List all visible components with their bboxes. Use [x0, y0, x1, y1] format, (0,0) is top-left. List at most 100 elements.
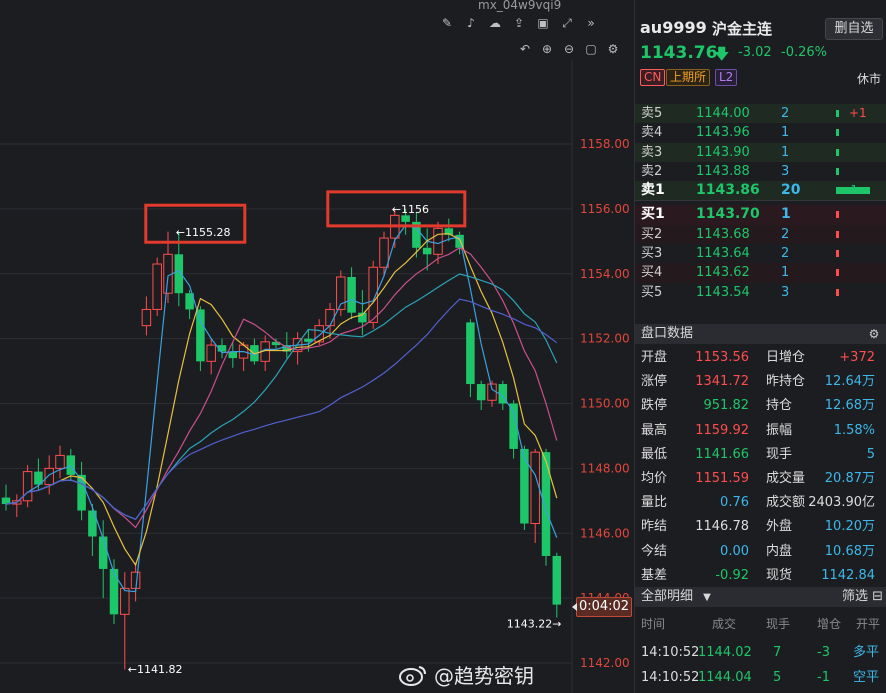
ask-row[interactable]: 卖5 1144.00 2 +1: [635, 104, 886, 124]
trade-oi-change: -1: [817, 670, 830, 685]
candle-body: [530, 451, 540, 525]
down-arrow-icon: 🡇: [714, 45, 730, 63]
chart-area[interactable]: 1158.00 1156.00 1154.00 1152.00 1150.00 1148.…: [0, 0, 634, 693]
y-tick-label: 1146.00: [580, 526, 630, 540]
trade-row[interactable]: 14:10:52 1144.04 5 -1 空平: [635, 665, 886, 690]
trade-type: 空平: [853, 670, 880, 685]
bid-row[interactable]: 买3 1143.64 2: [635, 244, 886, 264]
chevron-down-icon[interactable]: ▼: [703, 592, 711, 603]
book-delta: +1: [849, 106, 867, 120]
stat-label: 日增仓: [766, 350, 806, 365]
stat-value: 1341.72: [695, 374, 749, 390]
quote-panel: au9999 沪金主连 删自选 1143.76 🡇 -3.02 -0.26% C…: [634, 0, 886, 693]
market-state: 休市: [857, 72, 882, 86]
book-volume: 2: [781, 106, 790, 121]
ask-row[interactable]: 卖2 1143.88 3: [635, 161, 886, 182]
candle-body: [325, 308, 335, 327]
y-tick-label: 1148.00: [580, 461, 630, 475]
bid-row[interactable]: 买5 1143.54 3: [635, 282, 886, 302]
book-level-label: 卖2: [641, 163, 663, 179]
fit-icon[interactable]: ▢: [584, 42, 598, 56]
trade-volume: 5: [773, 670, 782, 685]
y-tick-label: 1142.00: [580, 656, 630, 670]
volume-bar: [836, 250, 839, 258]
fullscreen-icon[interactable]: ⤢: [560, 16, 574, 30]
book-level-label: 卖1: [641, 182, 665, 199]
stat-label: 跌停: [641, 398, 668, 414]
bid-row[interactable]: 买2 1143.68 2: [635, 224, 886, 245]
remove-watchlist-button[interactable]: 删自选: [825, 18, 883, 40]
book-price: 1143.64: [696, 246, 750, 262]
ask-row[interactable]: 卖3 1143.90 1: [635, 142, 886, 162]
zoom-in-icon[interactable]: ⊕: [540, 42, 554, 56]
pencil-icon[interactable]: ✎: [440, 16, 454, 30]
candle-body: [401, 215, 410, 222]
book-price: 1143.90: [696, 144, 750, 160]
stat-label: 成交量: [766, 470, 806, 486]
candle-body: [379, 237, 389, 268]
chart-toolbar-secondary: ↶ ⊕ ⊖ ▢ ⚙: [518, 40, 620, 58]
trades-column-header: 成交: [712, 617, 737, 631]
collapse-icon[interactable]: »: [584, 16, 598, 30]
level2-tag: L2: [715, 69, 738, 86]
stat-label: 基差: [641, 567, 668, 583]
book-volume: 20: [781, 182, 801, 199]
share-icon[interactable]: ⇪: [512, 16, 526, 30]
bell-icon[interactable]: ♪: [464, 16, 478, 30]
price-change-percent: -0.26%: [781, 45, 827, 60]
weibo-logo-icon: [399, 665, 426, 686]
trade-time: 14:10:52: [641, 645, 700, 660]
stat-value: 20.87万: [824, 470, 875, 486]
ask-row[interactable]: 卖4 1143.96 1: [635, 123, 886, 143]
trade-row[interactable]: 14:10:52 1144.02 7 -3 多平: [635, 640, 886, 665]
settings-icon[interactable]: ⚙: [606, 42, 620, 56]
cloud-icon[interactable]: ☁: [488, 16, 502, 30]
book-volume: 1: [781, 265, 790, 281]
high-right-label: ←1156: [392, 203, 429, 216]
candle-body: [206, 344, 216, 362]
bid-row[interactable]: 买1 1143.70 1: [635, 205, 886, 225]
candlestick-chart[interactable]: 1158.00 1156.00 1154.00 1152.00 1150.00 1148.…: [0, 0, 634, 693]
book-delta: -1: [846, 183, 858, 198]
zoom-out-icon[interactable]: ⊖: [562, 42, 576, 56]
stat-value: +372: [839, 350, 875, 365]
candle-body: [347, 276, 356, 313]
book-level-label: 买5: [641, 284, 663, 300]
gear-icon[interactable]: ⚙: [867, 327, 881, 341]
stat-label: 均价: [641, 470, 668, 486]
trade-price: 1144.04: [698, 670, 752, 685]
trades-header[interactable]: 全部明细 ▼ 筛选 ⊟: [635, 587, 886, 607]
book-level-label: 买2: [641, 226, 663, 242]
volume-bar: [836, 288, 839, 296]
book-volume: 2: [781, 226, 790, 242]
watermark: @趋势密钥: [398, 660, 534, 689]
window-icon[interactable]: ▣: [536, 16, 550, 30]
ask-row[interactable]: 卖1 1143.86 20 -1: [635, 181, 886, 201]
book-level-label: 卖5: [641, 106, 663, 121]
high-left-label: ←1155.28: [176, 226, 231, 239]
stat-value: 0.00: [720, 543, 749, 559]
volume-bar: [836, 230, 839, 238]
trades-column-header: 增仓: [817, 617, 842, 631]
book-volume: 1: [781, 144, 790, 160]
bid-row[interactable]: 买4 1143.62 1: [635, 263, 886, 283]
stat-value: 1141.66: [695, 446, 749, 462]
volume-bar: [836, 167, 839, 175]
book-price: 1143.70: [696, 206, 760, 223]
stats-row: 跌停 951.82 持仓 12.68万: [635, 394, 886, 418]
book-level-label: 买3: [641, 246, 663, 262]
y-tick-label: 1154.00: [580, 267, 630, 281]
stats-row: 涨停 1341.72 昨持仓 12.64万: [635, 370, 886, 394]
stat-label: 持仓: [766, 398, 793, 414]
undo-icon[interactable]: ↶: [518, 42, 532, 56]
trade-oi-change: -3: [817, 645, 830, 660]
candle-body: [22, 471, 33, 502]
stat-label: 成交额: [766, 495, 806, 511]
stat-value: -0.92: [715, 567, 749, 583]
book-level-label: 买4: [641, 265, 663, 281]
trades-columns: 时间 成交 现手 增仓 开平: [635, 613, 886, 633]
volume-bar: [836, 110, 839, 117]
stats-row: 最高 1159.92 振幅 1.58%: [635, 419, 886, 443]
candle-body: [55, 454, 65, 469]
filter-button[interactable]: 筛选 ⊟: [842, 587, 883, 607]
